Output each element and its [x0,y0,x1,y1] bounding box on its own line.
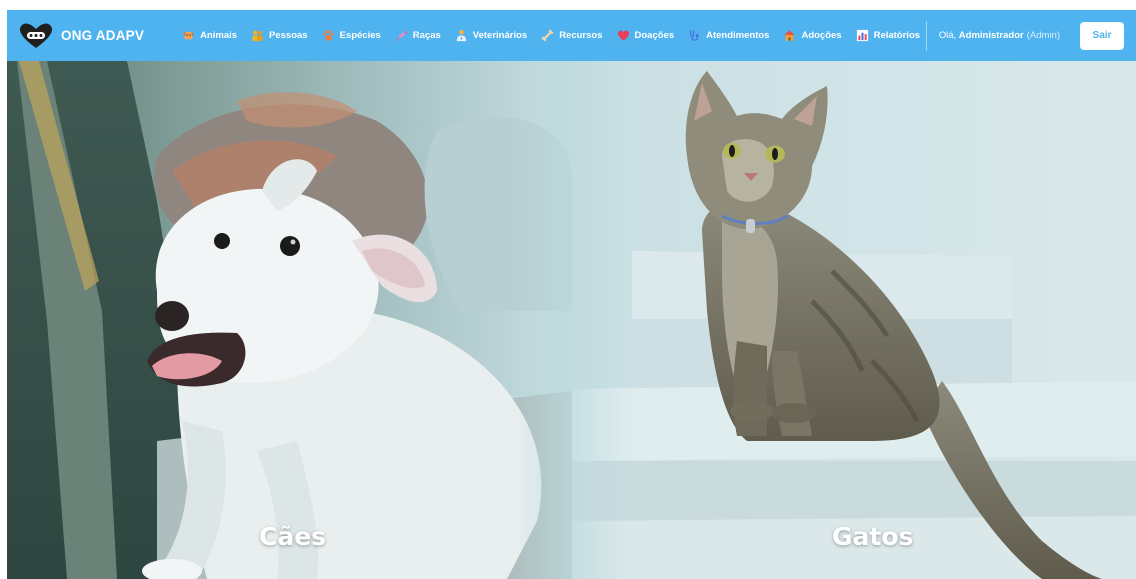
user-role: (Admin) [1026,30,1060,41]
brand-name: ONG ADAPV [61,28,145,43]
nav-item-label: Pessoas [269,30,308,41]
nav-item-animais[interactable]: Animais [182,29,237,42]
paw-icon [322,30,334,41]
house-icon [784,30,796,41]
nav-item-doacoes[interactable]: Doações [617,29,675,42]
veterinarian-icon [456,29,466,42]
nav-menu: Animais Pessoas Espécies Raças Veterinár… [182,29,920,42]
dogs-label: Cães [259,522,327,551]
nav-item-adocoes[interactable]: Adoções [783,29,842,42]
nav-item-atendimentos[interactable]: Atendimentos [688,29,769,42]
nav-divider [925,20,927,51]
dog-photo [7,61,572,579]
cat-photo [572,61,1136,579]
nav-item-recursos[interactable]: Recursos [541,29,603,42]
hero-section: Cães Gatos [7,61,1136,579]
top-navbar: ONG ADAPV Animais Pessoas Espécies Raças… [7,10,1136,61]
nav-item-label: Adoções [801,30,842,41]
cats-panel[interactable]: Gatos [572,61,1136,579]
bar-chart-icon [856,29,868,42]
dogs-panel[interactable]: Cães [7,61,572,579]
logout-button[interactable]: Sair [1080,21,1124,50]
greeting-prefix: Olá, [938,30,957,41]
nav-item-label: Doações [634,30,675,41]
nav-item-relatorios[interactable]: Relatórios [856,29,920,42]
people-icon [252,30,263,42]
app-frame: ONG ADAPV Animais Pessoas Espécies Raças… [7,10,1136,579]
nav-item-label: Atendimentos [706,30,770,41]
heart-paw-logo-icon [20,23,52,48]
nav-item-label: Relatórios [873,30,921,41]
nav-item-label: Espécies [339,30,381,41]
dog-icon [182,31,195,40]
bone-icon [542,29,554,42]
nav-item-pessoas[interactable]: Pessoas [251,29,308,42]
nav-item-label: Animais [200,30,238,41]
syringe-icon [395,30,408,42]
nav-item-label: Recursos [559,30,603,41]
nav-item-especies[interactable]: Espécies [322,29,381,42]
nav-item-veterinarios[interactable]: Veterinários [455,29,527,42]
user-greeting: Olá, Administrador (Admin) [939,30,1060,41]
brand-link[interactable]: ONG ADAPV [19,23,144,49]
heart-icon [617,30,629,41]
user-area: Olá, Administrador (Admin) Sair [925,10,1124,61]
stethoscope-icon [690,30,699,41]
nav-item-label: Veterinários [472,30,528,41]
cats-label: Gatos [832,522,914,551]
nav-item-racas[interactable]: Raças [395,29,441,42]
nav-item-label: Raças [412,30,441,41]
user-name: Administrador [958,30,1024,41]
